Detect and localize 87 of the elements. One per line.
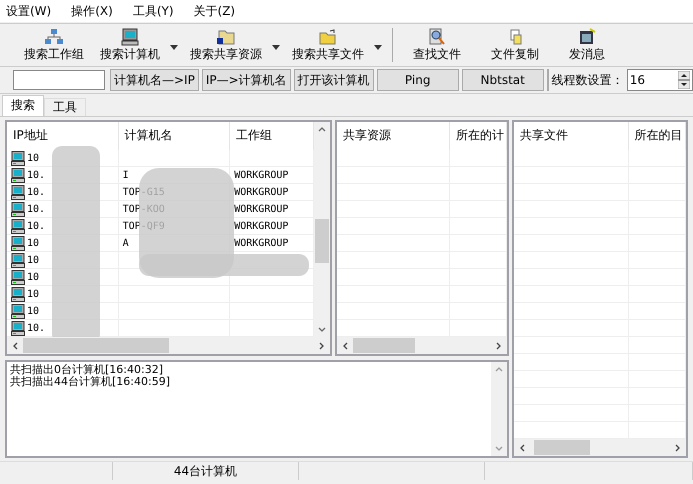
tab[interactable]: 工具 [44,98,86,116]
computer-icon [11,320,25,336]
computer-icon [11,168,25,182]
workgroup-cell: WORKGROUP [234,204,288,214]
computer-name-cell: TOP-KOO [122,204,165,214]
computer-icon [11,150,25,166]
computer-icon [11,286,25,302]
magnifier-icon [427,28,447,46]
log-line: 共扫描出0台计算机[16:40:32] [10,364,164,376]
scroll-down-icon[interactable] [318,326,326,334]
toolbar-button[interactable]: 搜索共享文件 [286,28,370,62]
toolbar-button[interactable]: 发消息 [563,28,611,62]
dropdown-arrow-icon[interactable] [170,44,178,50]
ip-cell: 10 [27,238,40,248]
scroll-left-icon[interactable] [518,444,526,452]
menu-item[interactable]: 关于(Z) [194,2,236,20]
toolbar-button[interactable]: 查找文件 [407,28,467,62]
action-button[interactable]: Nbtstat [462,69,544,91]
workgroup-cell: WORKGROUP [234,220,288,232]
scroll-thumb[interactable] [23,338,168,353]
thread-spinbox[interactable]: 16 [626,69,693,91]
ip-cell: 10 [27,288,40,300]
thread-label: 线程数设置： [552,72,624,88]
scroll-up-icon[interactable] [318,125,326,133]
status-text: 44台计算机 [174,462,238,480]
computer-icon [11,202,25,216]
horizontal-scrollbar[interactable] [514,439,686,456]
column-header[interactable]: 计算机名 [118,122,230,150]
folder-icon [318,28,338,46]
ip-cell: 10 [27,254,40,266]
column-header[interactable]: 所在的目 [628,122,686,150]
toolbar-button[interactable]: 搜索共享资源 [184,28,268,62]
computer-name-cell: A [122,238,129,248]
computer-icon [11,236,25,250]
workgroup-cell: WORKGROUP [234,170,288,180]
computer-icon [120,28,140,46]
action-button[interactable]: 打开该计算机 [294,69,374,91]
scroll-thumb[interactable] [534,440,590,455]
dropdown-arrow-icon[interactable] [374,44,382,50]
action-button[interactable]: 计算机名—>IP [110,69,199,91]
scroll-right-icon[interactable] [318,342,326,350]
horizontal-scrollbar[interactable] [7,337,330,354]
computer-icon [11,218,25,234]
ip-cell: 10 [27,272,40,282]
computer-name-cell: TOP-QF9 [122,220,165,232]
vertical-scrollbar[interactable] [314,122,330,337]
toolbar-button[interactable]: 文件复制 [485,28,545,62]
column-header[interactable]: 共享资源 [337,122,450,150]
ip-cell: 10. [27,170,46,180]
computer-name-cell: I [122,170,129,180]
ip-cell: 10 [27,306,40,316]
scroll-right-icon[interactable] [495,342,503,350]
scroll-left-icon[interactable] [341,342,349,350]
ip-cell: 10. [27,204,46,214]
address-input[interactable] [13,70,105,90]
message-icon [577,28,597,46]
ip-cell: 10. [27,220,46,232]
action-button[interactable]: Ping [376,69,459,91]
ip-cell: 10 [27,152,40,164]
scroll-left-icon[interactable] [11,342,19,350]
computer-icon [11,184,25,200]
computer-icon [11,270,25,284]
scroll-thumb[interactable] [315,219,329,263]
workgroup-cell: WORKGROUP [234,186,288,198]
dropdown-arrow-icon[interactable] [272,44,280,50]
shared-folder-icon [216,28,236,46]
menu-item[interactable]: 设置(W) [6,2,52,20]
column-header[interactable]: 所在的计 [450,122,507,150]
computer-icon [11,304,25,318]
scroll-right-icon[interactable] [674,444,682,452]
ip-cell: 10. [27,186,46,198]
workgroup-cell: WORKGROUP [234,238,288,248]
horizontal-scrollbar[interactable] [337,337,507,354]
toolbar-button[interactable]: 搜索计算机 [94,28,166,62]
computer-icon [11,252,25,268]
menu-item[interactable]: 工具(Y) [132,2,174,20]
menu-item[interactable]: 操作(X) [71,2,113,20]
toolbar-button[interactable]: 搜索工作组 [18,28,90,62]
action-button[interactable]: IP—>计算机名 [202,69,291,91]
log-line: 共扫描出44台计算机[16:40:59] [10,376,171,388]
scroll-thumb[interactable] [353,338,416,353]
column-header[interactable]: 共享文件 [514,122,629,150]
computer-name-cell: TOP-G15 [122,186,165,198]
network-icon [44,28,64,46]
spin-arrows-icon[interactable] [678,71,690,89]
ip-cell: 10. [27,322,46,334]
tab[interactable]: 搜索 [2,95,44,116]
